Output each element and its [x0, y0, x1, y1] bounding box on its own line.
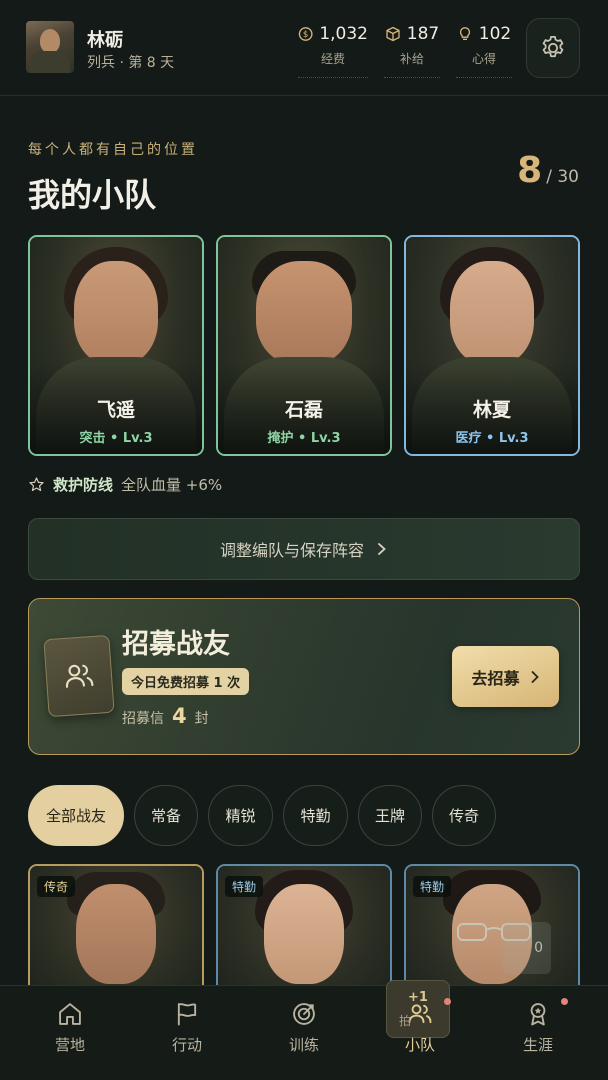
coin-icon: $: [298, 27, 313, 41]
page-title: 我的小队: [28, 176, 157, 214]
filter-elite[interactable]: 精锐: [208, 785, 273, 846]
medal-icon: [530, 1003, 546, 1026]
recruit-title: 招募战友: [122, 629, 230, 660]
section-eyebrow: 每个人都有自己的位置: [28, 142, 198, 158]
tier-badge: 特勤: [413, 876, 452, 897]
adjust-formation-button[interactable]: 调整编队与保存阵容: [28, 518, 580, 580]
free-recruit-badge: 今日免费招募 1 次: [122, 668, 250, 695]
recruit-letter-icon: [43, 634, 115, 718]
member-role-level: 掩护 • Lv.3: [267, 431, 341, 446]
flag-icon: [177, 1003, 197, 1026]
player-name: 林砺: [87, 30, 123, 51]
roster-card-1[interactable]: 传奇: [28, 864, 204, 1004]
bonus-name: 救护防线: [53, 476, 114, 494]
member-name: 林夏: [472, 399, 511, 421]
squad-bonus: 救护防线 全队血量 +6%: [28, 474, 222, 495]
floating-overlay-button[interactable]: 0: [503, 922, 551, 974]
member-role-level: 医疗 • Lv.3: [455, 431, 529, 446]
resource-insight[interactable]: 102 心得: [456, 22, 512, 78]
member-name: 飞遥: [96, 399, 135, 421]
filter-regular[interactable]: 常备: [134, 785, 198, 846]
filter-all[interactable]: 全部战友: [28, 785, 124, 846]
filter-legend[interactable]: 传奇: [432, 785, 496, 846]
notification-dot: [561, 998, 568, 1005]
member-name: 石磊: [284, 399, 323, 421]
nav-overlap-text: 拍: [399, 1014, 412, 1028]
nav-career[interactable]: 生涯: [488, 1000, 588, 1068]
notification-dot: [444, 998, 451, 1005]
squad-card-3[interactable]: 林夏 医疗 • Lv.3: [404, 235, 580, 456]
squad-card-1[interactable]: 飞遥 突击 • Lv.3: [28, 235, 204, 456]
member-role-level: 突击 • Lv.3: [79, 431, 153, 446]
nav-action[interactable]: 行动: [137, 1000, 237, 1068]
users-icon: [65, 664, 94, 688]
roster-card-2[interactable]: 特勤: [216, 864, 392, 1004]
star-icon: [29, 477, 44, 492]
avatar[interactable]: [26, 21, 74, 73]
nav-squad[interactable]: 小队: [370, 1000, 470, 1068]
player-rank-day: 列兵 · 第 8 天: [87, 55, 175, 71]
go-recruit-button[interactable]: 去招募: [452, 646, 559, 707]
squad-card-2[interactable]: 石磊 掩护 • Lv.3: [216, 235, 392, 456]
chevron-right-icon: [531, 670, 539, 683]
bonus-effect: 全队血量 +6%: [121, 476, 223, 494]
resource-funds[interactable]: $ 1,032 经费: [298, 22, 368, 78]
chevron-right-icon: [378, 543, 386, 555]
recruit-letter-count: 招募信 4 封: [122, 704, 209, 728]
nav-camp[interactable]: 营地: [20, 1000, 120, 1068]
bulb-icon: [459, 27, 470, 40]
settings-button[interactable]: [526, 18, 580, 78]
tier-badge: 传奇: [37, 876, 76, 897]
gear-icon: [542, 36, 564, 58]
svg-text:$: $: [303, 30, 308, 40]
resource-supplies[interactable]: 187 补给: [384, 22, 440, 78]
home-icon: [59, 1003, 81, 1025]
tier-badge: 特勤: [225, 876, 264, 897]
filter-ace[interactable]: 王牌: [358, 785, 422, 846]
target-icon: [293, 1003, 315, 1025]
nav-training[interactable]: 训练: [254, 1000, 354, 1068]
box-icon: [386, 26, 400, 42]
squad-count: 8/ 30: [517, 150, 579, 191]
filter-special[interactable]: 特勤: [283, 785, 348, 846]
